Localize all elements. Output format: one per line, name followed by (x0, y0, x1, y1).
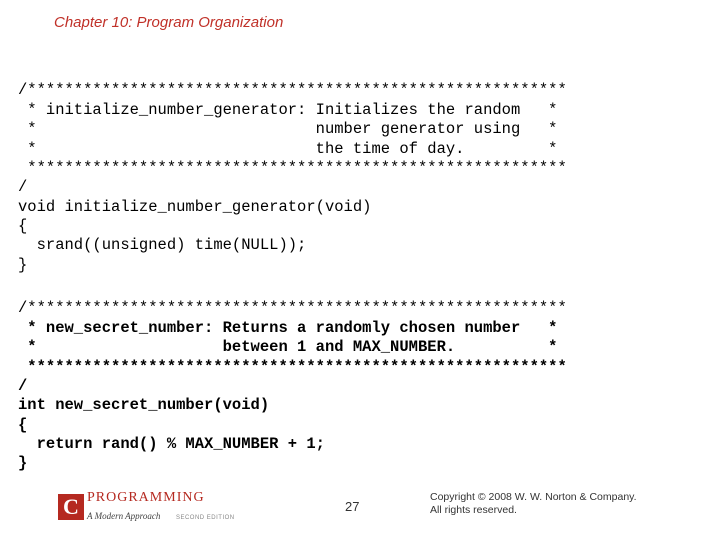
code-block-initialize: /***************************************… (18, 62, 567, 275)
logo-subtitle: A Modern Approach (87, 511, 160, 521)
code-line: * number generator using * (18, 120, 558, 138)
code-line: { (18, 217, 27, 235)
code-line: { (18, 416, 27, 434)
slide-footer: C PROGRAMMING A Modern Approach SECOND E… (0, 482, 720, 526)
copyright: Copyright © 2008 W. W. Norton & Company.… (430, 491, 637, 518)
copyright-line: All rights reserved. (430, 504, 637, 518)
code-line: void initialize_number_generator(void) (18, 198, 371, 216)
book-logo: C PROGRAMMING A Modern Approach SECOND E… (58, 490, 235, 524)
logo-edition: SECOND EDITION (176, 515, 235, 521)
page-number: 27 (345, 499, 359, 514)
logo-text: PROGRAMMING A Modern Approach SECOND EDI… (87, 490, 235, 524)
code-line: * between 1 and MAX_NUMBER. * (18, 338, 558, 356)
code-line: /***************************************… (18, 81, 567, 99)
code-line: ****************************************… (18, 358, 567, 376)
code-line: * the time of day. * (18, 140, 558, 158)
logo-c-icon: C (58, 494, 84, 520)
code-line: / (18, 178, 27, 196)
code-line: srand((unsigned) time(NULL)); (18, 236, 306, 254)
code-line: * new_secret_number: Returns a randomly … (18, 319, 558, 337)
code-line: * initialize_number_generator: Initializ… (18, 101, 558, 119)
code-line: return rand() % MAX_NUMBER + 1; (18, 435, 325, 453)
code-line: } (18, 454, 27, 472)
logo-main: PROGRAMMING (87, 490, 235, 506)
code-line: } (18, 256, 27, 274)
code-line: int new_secret_number(void) (18, 396, 269, 414)
code-line: /***************************************… (18, 299, 567, 317)
code-line: ****************************************… (18, 159, 567, 177)
chapter-title: Chapter 10: Program Organization (54, 14, 283, 31)
copyright-line: Copyright © 2008 W. W. Norton & Company. (430, 491, 637, 505)
code-line: / (18, 377, 27, 395)
code-block-new-secret-number: /***************************************… (18, 280, 567, 474)
